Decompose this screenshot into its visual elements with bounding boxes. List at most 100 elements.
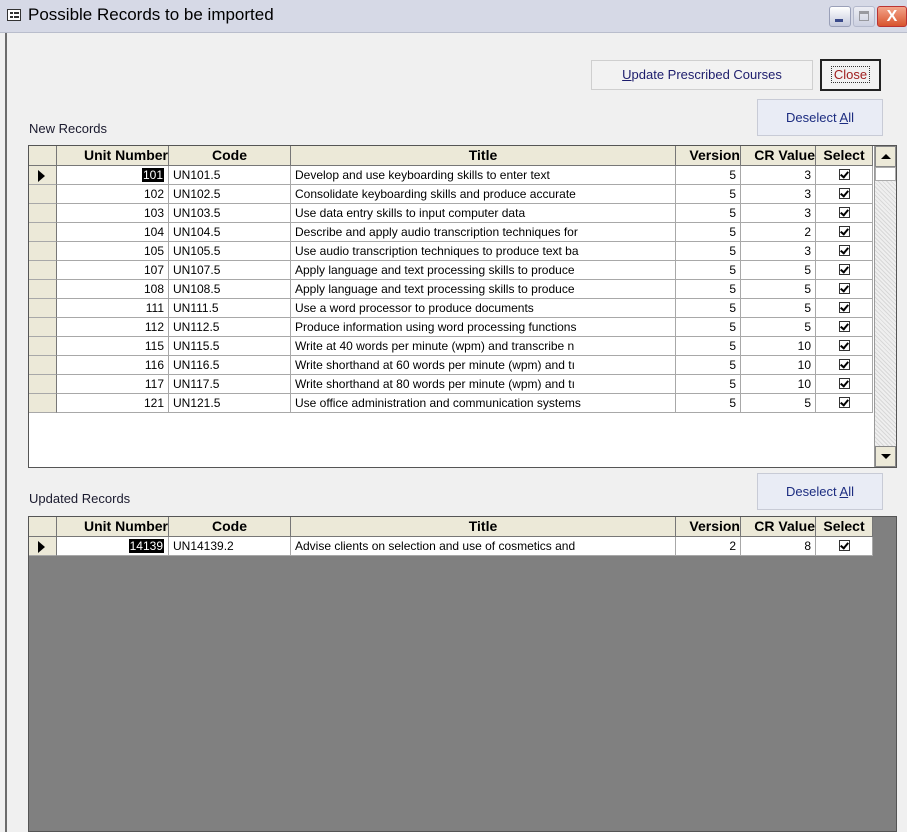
record-selector[interactable] <box>29 261 57 280</box>
new-records-grid[interactable]: Unit Number Code Title Version CR Value … <box>28 145 897 468</box>
col-version[interactable]: Version <box>676 517 741 537</box>
cell-select[interactable] <box>816 261 873 280</box>
updated-records-grid[interactable]: Unit Number Code Title Version CR Value … <box>28 516 897 832</box>
cell-title[interactable]: Produce information using word processin… <box>291 318 676 337</box>
col-title[interactable]: Title <box>291 146 676 166</box>
record-selector[interactable] <box>29 299 57 318</box>
select-checkbox-checked[interactable] <box>838 264 850 276</box>
cell-title[interactable]: Write shorthand at 60 words per minute (… <box>291 356 676 375</box>
col-select[interactable]: Select <box>816 146 873 166</box>
cell-title[interactable]: Use office administration and communicat… <box>291 394 676 413</box>
cell-code[interactable]: UN103.5 <box>169 204 291 223</box>
cell-unit-number[interactable]: 111 <box>57 299 169 318</box>
record-selector[interactable] <box>29 375 57 394</box>
record-selector[interactable] <box>29 537 57 556</box>
select-checkbox-checked[interactable] <box>838 359 850 371</box>
new-records-scrollbar[interactable] <box>874 146 896 467</box>
cell-title[interactable]: Apply language and text processing skill… <box>291 261 676 280</box>
cell-cr-value[interactable]: 5 <box>741 299 816 318</box>
table-row[interactable]: 102 UN102.5 Consolidate keyboarding skills… <box>29 185 873 204</box>
table-row[interactable]: 104 UN104.5 Describe and apply audio trans… <box>29 223 873 242</box>
deselect-all-new-button[interactable]: Deselect All <box>757 99 883 136</box>
cell-select[interactable] <box>816 337 873 356</box>
cell-unit-number[interactable]: 104 <box>57 223 169 242</box>
table-row[interactable]: 112 UN112.5 Produce information using word… <box>29 318 873 337</box>
cell-cr-value[interactable]: 10 <box>741 337 816 356</box>
cell-code[interactable]: UN107.5 <box>169 261 291 280</box>
select-checkbox-checked[interactable] <box>838 169 850 181</box>
cell-title[interactable]: Advise clients on selection and use of c… <box>291 537 676 556</box>
cell-version[interactable]: 5 <box>676 223 741 242</box>
table-row[interactable]: 116 UN116.5 Write shorthand at 60 words pe… <box>29 356 873 375</box>
cell-title[interactable]: Apply language and text processing skill… <box>291 280 676 299</box>
cell-cr-value[interactable]: 8 <box>741 537 816 556</box>
col-cr-value[interactable]: CR Value <box>741 517 816 537</box>
cell-version[interactable]: 5 <box>676 280 741 299</box>
cell-cr-value[interactable]: 3 <box>741 185 816 204</box>
cell-unit-number[interactable]: 121 <box>57 394 169 413</box>
select-checkbox-checked[interactable] <box>838 302 850 314</box>
cell-code[interactable]: UN117.5 <box>169 375 291 394</box>
cell-cr-value[interactable]: 5 <box>741 280 816 299</box>
record-selector[interactable] <box>29 242 57 261</box>
cell-unit-number[interactable]: 112 <box>57 318 169 337</box>
select-checkbox-checked[interactable] <box>838 283 850 295</box>
cell-select[interactable] <box>816 280 873 299</box>
table-row[interactable]: 108 UN108.5 Apply language and text proces… <box>29 280 873 299</box>
table-row[interactable]: 14139 UN14139.2 Advise clients on selectio… <box>29 537 873 556</box>
cell-cr-value[interactable]: 5 <box>741 261 816 280</box>
cell-title[interactable]: Use data entry skills to input computer … <box>291 204 676 223</box>
scroll-track[interactable] <box>875 181 896 446</box>
window-close-button[interactable]: X <box>877 6 907 27</box>
cell-unit-number[interactable]: 116 <box>57 356 169 375</box>
cell-unit-number[interactable]: 14139 <box>57 537 169 556</box>
record-selector[interactable] <box>29 223 57 242</box>
table-row[interactable]: 115 UN115.5 Write at 40 words per minute (… <box>29 337 873 356</box>
table-row[interactable]: 121 UN121.5 Use office administration and … <box>29 394 873 413</box>
select-checkbox-checked[interactable] <box>838 226 850 238</box>
table-row[interactable]: 103 UN103.5 Use data entry skills to input… <box>29 204 873 223</box>
cell-code[interactable]: UN121.5 <box>169 394 291 413</box>
select-checkbox-checked[interactable] <box>838 245 850 257</box>
cell-select[interactable] <box>816 394 873 413</box>
cell-cr-value[interactable]: 10 <box>741 375 816 394</box>
cell-version[interactable]: 5 <box>676 299 741 318</box>
cell-select[interactable] <box>816 318 873 337</box>
cell-unit-number[interactable]: 102 <box>57 185 169 204</box>
cell-unit-number[interactable]: 103 <box>57 204 169 223</box>
cell-select[interactable] <box>816 375 873 394</box>
cell-title[interactable]: Consolidate keyboarding skills and produ… <box>291 185 676 204</box>
record-selector[interactable] <box>29 318 57 337</box>
cell-select[interactable] <box>816 356 873 375</box>
cell-version[interactable]: 5 <box>676 337 741 356</box>
minimize-button[interactable] <box>829 6 851 27</box>
col-code[interactable]: Code <box>169 517 291 537</box>
table-row[interactable]: 105 UN105.5 Use audio transcription techni… <box>29 242 873 261</box>
cell-code[interactable]: UN101.5 <box>169 166 291 185</box>
cell-version[interactable]: 5 <box>676 166 741 185</box>
select-checkbox-checked[interactable] <box>838 321 850 333</box>
cell-version[interactable]: 5 <box>676 375 741 394</box>
cell-unit-number[interactable]: 108 <box>57 280 169 299</box>
cell-version[interactable]: 5 <box>676 356 741 375</box>
cell-version[interactable]: 5 <box>676 394 741 413</box>
record-selector[interactable] <box>29 337 57 356</box>
title-bar[interactable]: Possible Records to be imported X <box>0 0 907 33</box>
scroll-up-button[interactable] <box>875 146 896 167</box>
select-checkbox-checked[interactable] <box>838 207 850 219</box>
cell-unit-number[interactable]: 101 <box>57 166 169 185</box>
cell-version[interactable]: 5 <box>676 242 741 261</box>
col-version[interactable]: Version <box>676 146 741 166</box>
select-checkbox-checked[interactable] <box>838 340 850 352</box>
col-unit-number[interactable]: Unit Number <box>57 146 169 166</box>
record-selector[interactable] <box>29 280 57 299</box>
col-title[interactable]: Title <box>291 517 676 537</box>
cell-title[interactable]: Develop and use keyboarding skills to en… <box>291 166 676 185</box>
cell-code[interactable]: UN102.5 <box>169 185 291 204</box>
table-row[interactable]: 111 UN111.5 Use a word processor to produc… <box>29 299 873 318</box>
cell-code[interactable]: UN108.5 <box>169 280 291 299</box>
cell-title[interactable]: Write at 40 words per minute (wpm) and t… <box>291 337 676 356</box>
cell-unit-number[interactable]: 105 <box>57 242 169 261</box>
cell-select[interactable] <box>816 242 873 261</box>
deselect-all-updated-button[interactable]: Deselect All <box>757 473 883 510</box>
